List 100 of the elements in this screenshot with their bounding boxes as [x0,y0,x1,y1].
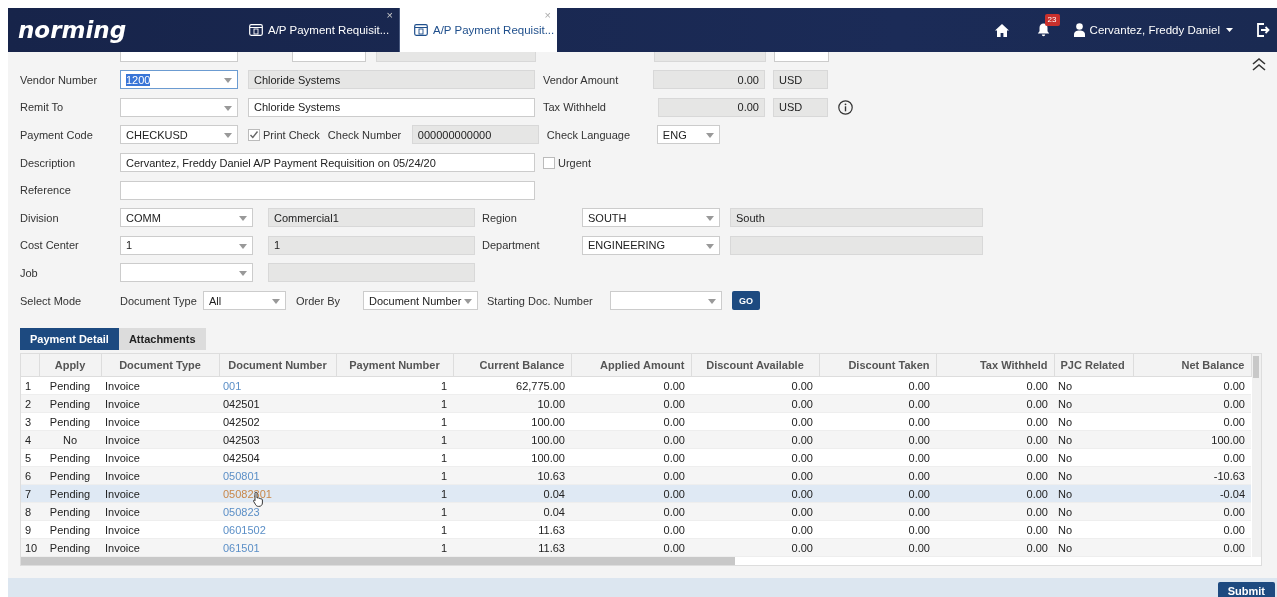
currency-field: USD [773,97,828,117]
detail-tab[interactable]: Attachments [118,328,206,351]
table-cell-text: Invoice [105,523,140,536]
table-cell-text: -10.63 [1213,469,1245,482]
remit-name-field[interactable]: Chloride Systems [248,97,535,117]
detail-tab[interactable]: Payment Detail [20,328,119,351]
table-cell-text: 7 [25,487,32,500]
table-cell-text: Pending [49,505,91,518]
collapse-icon[interactable] [1251,57,1267,71]
table-cell-text: 0.00 [1223,505,1245,518]
column-header: PJC Related [1054,354,1133,377]
table-cell-text: 0.04 [543,487,565,500]
vendor-name-field: Chloride Systems [248,70,535,90]
table-cell-text: 3 [25,415,32,428]
table-cell-text: 5 [25,451,32,464]
table-cell-text: 0.00 [1223,451,1245,464]
table-cell-text: 0.00 [791,415,813,428]
table-cell-text: 4 [25,433,32,446]
checkbox[interactable]: Urgent [543,156,592,169]
tab-title: A/P Payment Requisit... [433,24,555,36]
table-cell-text: No [62,433,78,446]
column-header: Applied Amount [571,354,691,377]
table-cell-text: 1 [440,541,447,554]
checkbox[interactable]: Print Check [248,129,320,141]
user-menu[interactable]: Cervantez, Freddy Daniel [1089,24,1220,36]
table-cell-text: 0.00 [908,487,930,500]
table-cell-text: 042503 [223,433,260,446]
field-label: Check Number [327,129,403,141]
document-link[interactable]: 001 [223,379,242,392]
caret-icon [272,299,280,305]
table-cell-text: 0.04 [543,505,565,518]
table-cell-text: 0.00 [1026,505,1048,518]
info-icon[interactable] [838,99,853,115]
go-button[interactable]: GO [732,291,760,311]
logout-icon[interactable] [1256,23,1270,37]
dropdown-field[interactable]: ENGINEERING [582,235,720,255]
table-cell-text: Pending [49,379,91,392]
table-cell-text: No [1058,469,1073,482]
table-cell-text: 0.00 [1026,433,1048,446]
dropdown-field[interactable]: ENG [656,125,720,145]
table-cell-text: No [1058,523,1073,536]
field-label: Tax Withheld [543,101,607,114]
table-cell-text: 8 [25,505,32,518]
dropdown-field[interactable]: Document Number [363,291,478,311]
description-field[interactable]: Cervantez, Freddy Daniel A/P Payment Requisition on 05/24/20 [120,153,535,173]
dropdown-field[interactable]: SOUTH [582,208,720,228]
column-header: Document Type [101,354,219,377]
table-cell-text: 0.00 [791,451,813,464]
payment-icon [249,24,263,36]
table-cell-text: 0.00 [791,469,813,482]
submit-button[interactable]: Submit [1217,582,1275,597]
dropdown-field[interactable] [120,263,253,283]
table-cell-text: -0.04 [1219,487,1245,500]
table-cell-text: 0.00 [663,415,685,428]
dropdown-field[interactable] [292,52,366,62]
dropdown-field[interactable]: 1 [120,235,253,255]
table-cell-text: 0.00 [1223,523,1245,536]
notification-badge: 23 [1044,14,1060,26]
table-cell-text: No [1058,451,1073,464]
table-cell-text: 0.00 [908,469,930,482]
table-cell-text: 0.00 [791,523,813,536]
reference-field[interactable] [120,180,535,200]
table-cell-text: 62,775.00 [516,379,565,392]
table-cell-text: 0.00 [1026,523,1048,536]
table-cell-text: 10.00 [537,397,565,410]
table-cell-text: Pending [49,523,91,536]
table-cell-text: No [1058,433,1073,446]
dropdown-field[interactable]: CHECKUSD [120,125,238,145]
table-cell-text: 0.00 [663,397,685,410]
table-cell-text: 0.00 [908,541,930,554]
table-cell-text: Invoice [105,505,140,518]
table-cell-text: 0.00 [1026,397,1048,410]
dropdown-field[interactable]: COMM [120,208,253,228]
table-cell-text: No [1058,415,1073,428]
dropdown-field[interactable] [120,97,238,117]
document-link[interactable]: 0601502 [223,523,266,536]
home-icon[interactable] [994,23,1009,37]
table-cell-text: 0.00 [791,541,813,554]
dropdown-field[interactable] [774,52,829,62]
table-cell-text: 0.00 [1026,487,1048,500]
cost-center-name-field: 1 [268,235,475,255]
vertical-scrollbar[interactable] [1251,354,1261,558]
table-cell-text: No [1058,397,1073,410]
table-cell-text: 100.00 [531,433,565,446]
dropdown-field[interactable]: 1200 [120,70,238,90]
dropdown-field[interactable]: All [203,291,286,311]
caret-icon[interactable] [1226,28,1233,32]
document-tab[interactable]: A/P Payment Requisit... × [400,8,557,52]
column-header: Document Number [219,354,336,377]
close-icon[interactable]: × [386,9,393,21]
bell-icon[interactable] [1036,23,1050,37]
dropdown-field[interactable] [610,291,722,311]
caret-icon [708,299,716,305]
date-field[interactable] [120,52,238,62]
table-cell-text: 1 [440,379,447,392]
table-cell-text: 0.00 [908,379,930,392]
table-cell-text: 0.00 [1026,415,1048,428]
table-cell-text: 11.63 [538,541,565,554]
table-cell-text: 0.00 [908,523,930,536]
selected-text: 1200 [126,73,151,86]
